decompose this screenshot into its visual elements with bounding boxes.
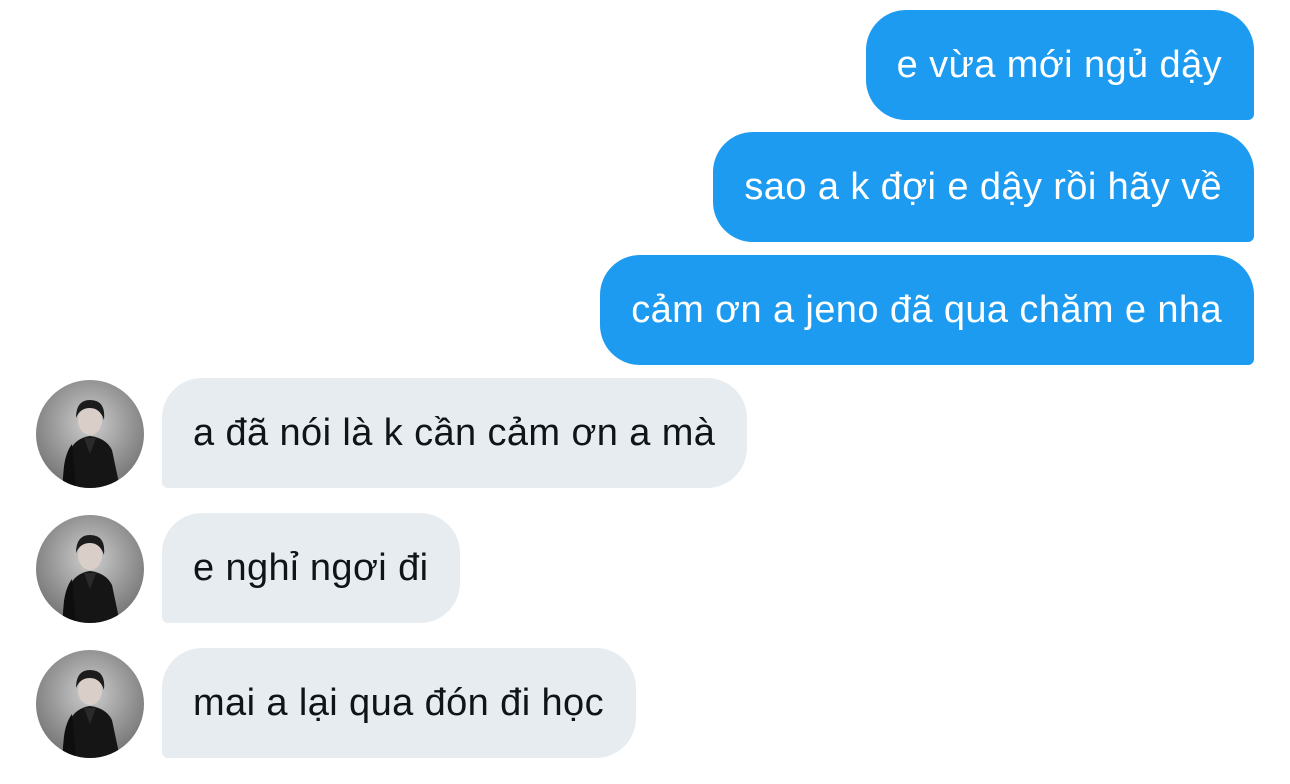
- message-text: mai a lại qua đón đi học: [193, 681, 604, 724]
- contact-avatar[interactable]: [36, 650, 144, 758]
- avatar-photo: [62, 535, 120, 623]
- message-text: a đã nói là k cần cảm ơn a mà: [193, 411, 716, 454]
- contact-avatar[interactable]: [36, 380, 144, 488]
- message-text: sao a k đợi e dậy rồi hãy về: [744, 165, 1222, 208]
- sent-message-bubble[interactable]: e vừa mới ngủ dậy: [865, 10, 1254, 120]
- chat-thread: e vừa mới ngủ dậy sao a k đợi e dậy rồi …: [0, 0, 1290, 784]
- message-text: e nghỉ ngơi đi: [193, 546, 429, 589]
- received-message-bubble[interactable]: mai a lại qua đón đi học: [162, 648, 636, 758]
- received-message-bubble[interactable]: e nghỉ ngơi đi: [162, 513, 461, 623]
- message-text: cảm ơn a jeno đã qua chăm e nha: [631, 288, 1222, 331]
- message-text: e vừa mới ngủ dậy: [896, 43, 1222, 86]
- avatar-photo: [62, 400, 120, 488]
- sent-message-bubble[interactable]: sao a k đợi e dậy rồi hãy về: [713, 132, 1254, 242]
- contact-avatar[interactable]: [36, 515, 144, 623]
- avatar-photo: [62, 670, 120, 758]
- sent-message-bubble[interactable]: cảm ơn a jeno đã qua chăm e nha: [600, 255, 1254, 365]
- received-message-bubble[interactable]: a đã nói là k cần cảm ơn a mà: [162, 378, 748, 488]
